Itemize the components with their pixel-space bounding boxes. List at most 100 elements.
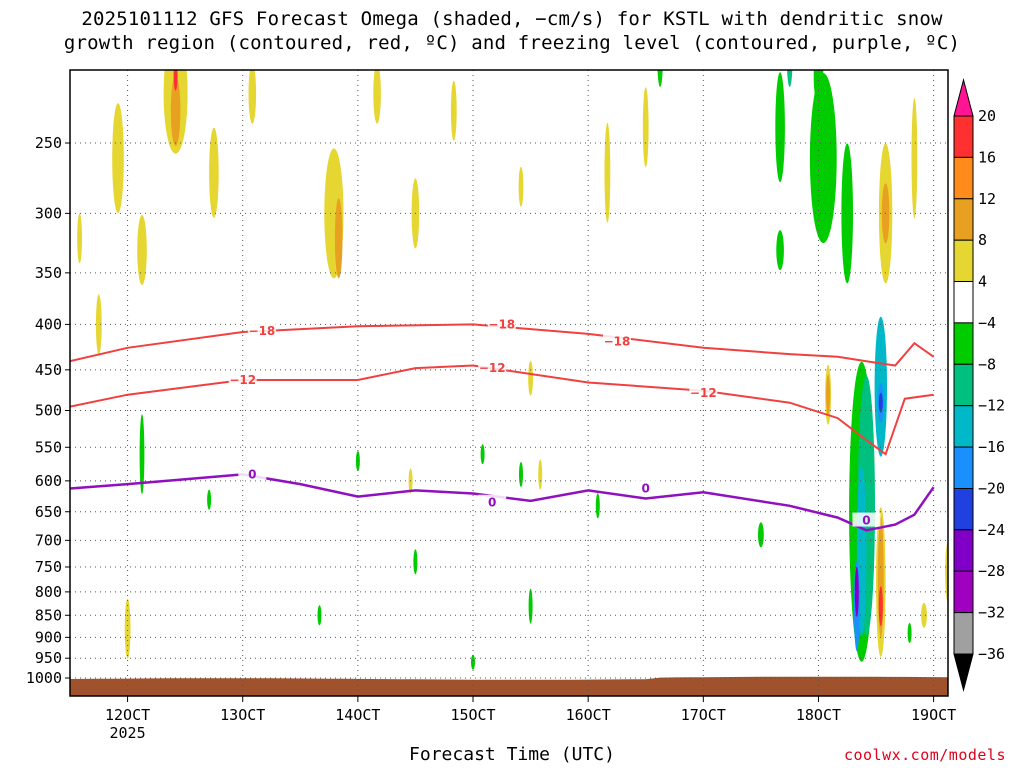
- colorbar-label: −20: [978, 480, 1005, 498]
- colorbar-label: −16: [978, 438, 1005, 456]
- y-tick-label: 600: [35, 472, 62, 490]
- contour-layer: −18 −18 −18 −12 −12 −12 0 0 0 0: [70, 316, 935, 532]
- label-minus18: −18: [488, 317, 515, 331]
- omega-cell: [519, 461, 523, 487]
- colorbar-box: [953, 281, 974, 324]
- colorbar-box: [953, 612, 974, 655]
- x-year-label: 2025: [110, 724, 146, 742]
- omega-cell: [518, 166, 524, 207]
- colorbar-box: [953, 446, 974, 490]
- colorbar-box: [953, 570, 974, 614]
- x-tick-label: 15OCT: [450, 706, 495, 724]
- y-axis: 250 300 350 400 450 500 550 600 650 700 750 800 850 9…: [26, 134, 70, 687]
- label-minus18: −18: [249, 324, 276, 338]
- label-freezing: 0: [642, 482, 650, 496]
- colorbar-label: 8: [978, 231, 987, 249]
- colorbar-label: −4: [978, 314, 996, 332]
- label-freezing: 0: [862, 514, 870, 528]
- omega-cell: [528, 360, 533, 396]
- omega-cell: [907, 623, 912, 643]
- credit-link[interactable]: coolwx.com/models: [844, 746, 1006, 764]
- colorbar-box: [953, 529, 974, 572]
- colorbar-label: 20: [978, 107, 996, 125]
- colorbar-label: −32: [978, 604, 1005, 622]
- x-tick-label: 13OCT: [220, 706, 265, 724]
- y-tick-label: 950: [35, 649, 62, 667]
- label-minus12: −12: [690, 386, 717, 400]
- x-tick-label: 18OCT: [796, 706, 841, 724]
- omega-cell: [373, 70, 381, 124]
- omega-cell: [776, 230, 784, 271]
- y-tick-label: 250: [35, 134, 62, 152]
- x-tick-label: 12OCT: [105, 706, 150, 724]
- colorbar-label: −36: [978, 645, 1005, 663]
- omega-cell: [528, 588, 533, 624]
- colorbar-label: 16: [978, 148, 996, 166]
- omega-cell: [826, 374, 831, 415]
- omega-time-height-chart: −18 −18 −18 −12 −12 −12 0 0 0 0 250 300 350 400 450 50…: [26, 15, 1005, 742]
- colorbar-top-arrow: [953, 78, 974, 117]
- y-tick-label: 800: [35, 583, 62, 601]
- colorbar-label: −8: [978, 355, 996, 373]
- y-tick-label: 650: [35, 503, 62, 521]
- omega-cell: [77, 213, 82, 264]
- omega-cell: [450, 80, 457, 141]
- omega-cell: [248, 70, 257, 124]
- y-tick-label: 900: [35, 628, 62, 646]
- omega-cell: [605, 15, 610, 60]
- colorbar-box: [953, 156, 974, 200]
- x-axis: 12OCT 13OCT 14OCT 15OCT 16OCT 17OCT 18OCT 19OCT…: [105, 696, 956, 742]
- omega-cell: [809, 73, 837, 244]
- colorbar-box: [953, 239, 974, 283]
- omega-cell: [137, 215, 147, 286]
- omega-cell: [921, 602, 927, 628]
- y-tick-label: 300: [35, 204, 62, 222]
- y-tick-label: 350: [35, 264, 62, 282]
- colorbar-box: [953, 198, 974, 241]
- x-tick-label: 16OCT: [566, 706, 611, 724]
- colorbar-bottom-arrow: [953, 653, 974, 692]
- colorbar-label: −28: [978, 562, 1005, 580]
- colorbar-box: [953, 488, 974, 531]
- omega-cell: [480, 444, 485, 465]
- colorbar-label: −12: [978, 397, 1005, 415]
- colorbar-box: [953, 405, 974, 448]
- omega-cell: [595, 493, 600, 519]
- colorbar-box: [953, 115, 974, 158]
- x-tick-label: 19OCT: [911, 706, 956, 724]
- y-tick-label: 500: [35, 402, 62, 420]
- omega-cell: [775, 72, 785, 183]
- colorbar-box: [953, 363, 974, 407]
- colorbar-label: 12: [978, 190, 996, 208]
- x-tick-label: 14OCT: [335, 706, 380, 724]
- x-tick-label: 17OCT: [681, 706, 726, 724]
- omega-cell: [209, 127, 219, 218]
- label-minus18: −18: [604, 334, 631, 348]
- omega-cell: [841, 143, 853, 284]
- terrain-fill: [70, 676, 948, 696]
- omega-cell: [538, 459, 543, 490]
- omega-cell: [787, 70, 793, 87]
- omega-cell: [112, 103, 124, 214]
- y-tick-label: 550: [35, 438, 62, 456]
- omega-cell: [758, 522, 764, 548]
- y-tick-label: 700: [35, 531, 62, 549]
- omega-cell: [334, 198, 343, 279]
- colorbar-label: −24: [978, 521, 1005, 539]
- omega-cell: [124, 598, 131, 659]
- omega-cell: [413, 549, 418, 575]
- label-freezing: 0: [248, 467, 256, 481]
- y-tick-label: 1000: [26, 669, 62, 687]
- y-tick-label: 400: [35, 315, 62, 333]
- y-tick-label: 850: [35, 606, 62, 624]
- omega-cell: [911, 98, 918, 219]
- colorbar: 20 16 12 8 4 −4 −8 −12 −16 −20 −24 −28 −32 −36: [953, 78, 1005, 692]
- omega-cell: [173, 70, 178, 91]
- label-minus12: −12: [479, 361, 506, 375]
- contour-minus12: [70, 364, 934, 456]
- colorbar-label: 4: [978, 273, 987, 291]
- omega-cell: [207, 489, 212, 510]
- omega-cell: [355, 451, 360, 472]
- y-tick-label: 750: [35, 558, 62, 576]
- y-tick-label: 450: [35, 361, 62, 379]
